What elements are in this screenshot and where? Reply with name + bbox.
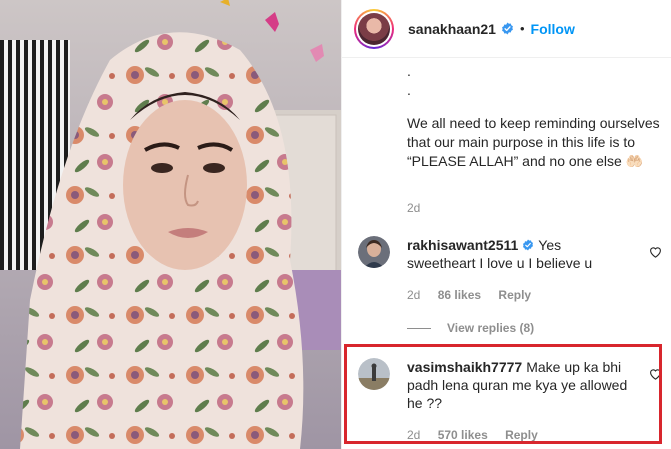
replies-divider-line (407, 327, 431, 329)
comment-likes[interactable]: 86 likes (438, 288, 481, 302)
comment-timestamp[interactable]: 2d (407, 428, 420, 442)
caption-timestamp[interactable]: 2d (407, 201, 420, 215)
caption-text: We all need to keep reminding ourselves … (407, 115, 660, 169)
reply-button[interactable]: Reply (505, 428, 538, 442)
follow-button[interactable]: Follow (531, 21, 575, 37)
comment-likes[interactable]: 570 likes (438, 428, 488, 442)
post-image (0, 0, 341, 449)
commenter-avatar[interactable] (358, 236, 390, 268)
caption-dot: . (407, 63, 411, 79)
commenter-username[interactable]: rakhisawant2511 (407, 237, 518, 253)
view-replies-button[interactable]: View replies (8) (407, 321, 534, 335)
commenter-avatar[interactable] (358, 358, 390, 390)
header-separator: • (519, 21, 525, 36)
author-avatar-image (358, 12, 390, 45)
caption-dot: . (407, 82, 411, 98)
comment-meta: 2d 570 likes Reply (407, 428, 552, 442)
post-sidebar: sanakhaan21 • Follow . . We all need to … (341, 0, 671, 449)
verified-badge-icon (523, 239, 534, 251)
author-avatar[interactable] (354, 8, 394, 49)
post-header: sanakhaan21 • Follow (342, 0, 671, 58)
comment-body: rakhisawant2511 Yes sweetheart I love u … (407, 236, 633, 272)
commenter-username[interactable]: vasimshaikh7777 (407, 359, 522, 375)
comment-timestamp[interactable]: 2d (407, 288, 420, 302)
post-media[interactable] (0, 0, 341, 449)
comment-meta: 2d 86 likes Reply (407, 288, 545, 302)
author-username[interactable]: sanakhaan21 (408, 21, 496, 37)
verified-badge-icon (502, 22, 513, 35)
reply-button[interactable]: Reply (498, 288, 531, 302)
heart-icon[interactable] (649, 368, 662, 380)
comment-body: vasimshaikh7777 Make up ka bhi padh lena … (407, 358, 633, 412)
view-replies-label: View replies (8) (447, 321, 535, 335)
post-caption: . . We all need to keep reminding oursel… (407, 62, 662, 171)
heart-icon[interactable] (649, 246, 662, 258)
